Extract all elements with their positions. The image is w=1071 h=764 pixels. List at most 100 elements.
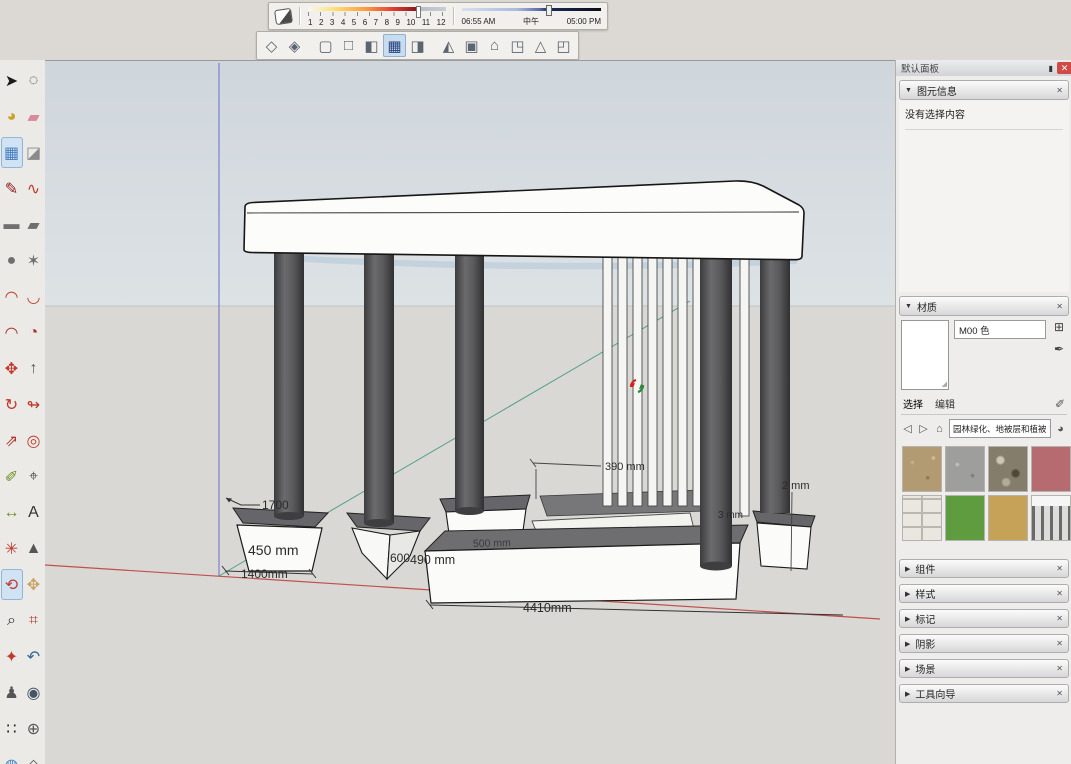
three-point-arc-tool[interactable]: ◠ <box>1 317 23 348</box>
pie-tool[interactable]: ◔ <box>23 317 45 348</box>
follow-me-tool[interactable]: ↬ <box>23 389 45 420</box>
shadow-date-slider[interactable]: 123456789101112 <box>306 5 448 28</box>
dimension-tool[interactable]: ↔ <box>1 497 23 528</box>
shaded-icon[interactable]: ◧ <box>360 34 383 57</box>
tab-edit[interactable]: 编辑 <box>935 396 955 411</box>
text-tool[interactable]: A <box>23 497 45 528</box>
close-icon[interactable]: ✕ <box>1056 689 1063 698</box>
close-icon[interactable]: ✕ <box>1056 614 1063 623</box>
offset-tool[interactable]: ◎ <box>23 425 45 456</box>
3d-viewport[interactable]: 1700 450 mm 1400mm 600 490 mm 500 mm <box>45 60 895 764</box>
base-platform[interactable] <box>425 525 748 603</box>
rotated-rectangle-tool[interactable]: ▰ <box>23 209 45 240</box>
column-1[interactable] <box>274 248 304 520</box>
close-icon[interactable]: ✕ <box>1056 664 1063 673</box>
protractor-tool[interactable]: ⌖ <box>23 461 45 492</box>
3d-text-tool[interactable]: ▲ <box>23 533 45 564</box>
position-camera-tool[interactable]: ♟ <box>1 677 23 708</box>
forward-icon[interactable]: ▷ <box>917 422 930 435</box>
create-material-icon[interactable]: ⊞ <box>1054 320 1064 334</box>
material-name-field[interactable]: M00 色 <box>954 320 1046 339</box>
tray-close-button[interactable]: ✕ <box>1057 62 1071 74</box>
axes-tool[interactable]: ✳ <box>1 533 23 564</box>
iso-view-icon[interactable]: ◭ <box>437 34 460 57</box>
close-icon[interactable]: ✕ <box>1056 564 1063 573</box>
polygon-tool[interactable]: ✶ <box>23 245 45 276</box>
swatch-fence-gate[interactable] <box>1031 495 1071 541</box>
materials-header[interactable]: ▼ 材质 ✕ <box>899 296 1069 316</box>
material-preview[interactable]: ◢ <box>901 320 949 390</box>
circle-tool[interactable]: ● <box>1 245 23 276</box>
section-plane-tool[interactable]: ⊕ <box>23 713 45 744</box>
zoom-window-tool[interactable]: ⌗ <box>23 605 45 636</box>
partial-tool-a[interactable]: ◍ <box>1 749 23 764</box>
hidden-line-icon[interactable]: □ <box>337 34 360 57</box>
top-view-icon[interactable]: ▣ <box>460 34 483 57</box>
back-icon[interactable]: ◁ <box>901 422 914 435</box>
swatch-gravel-tan[interactable] <box>902 446 942 492</box>
column-5[interactable] <box>760 238 790 513</box>
select-tool[interactable]: ➤ <box>1 65 23 96</box>
home-icon[interactable]: ⌂ <box>933 423 946 435</box>
swatch-rose-stone[interactable] <box>1031 446 1071 492</box>
flat-slab-tool[interactable]: ◪ <box>23 137 45 168</box>
paint-bucket-icon[interactable]: ◕ <box>1054 423 1067 435</box>
column-3[interactable] <box>455 246 484 515</box>
rectangle-tool[interactable]: ▬ <box>1 209 23 240</box>
close-icon[interactable]: ✕ <box>1056 302 1063 311</box>
swatch-gravel-gray[interactable] <box>945 446 985 492</box>
expand-arrow-icon[interactable]: ▶ <box>905 690 910 698</box>
back-edges-icon[interactable]: ◈ <box>283 34 306 57</box>
swatch-rock-coarse[interactable] <box>988 446 1028 492</box>
arc-tool[interactable]: ◠ <box>1 281 23 312</box>
push-pull-tool[interactable]: ↑ <box>23 353 45 384</box>
close-icon[interactable]: ✕ <box>1056 589 1063 598</box>
entity-info-header[interactable]: ▼ 图元信息 ✕ <box>899 80 1069 100</box>
expand-arrow-icon[interactable]: ▶ <box>905 615 910 623</box>
xray-mode-icon[interactable]: ◇ <box>260 34 283 57</box>
swatch-grass[interactable] <box>945 495 985 541</box>
section-shadows[interactable]: ▶ 阴影 ✕ <box>899 634 1069 653</box>
section-instructor[interactable]: ▶ 工具向导 ✕ <box>899 684 1069 703</box>
date-slider-handle[interactable] <box>416 6 421 18</box>
paint-bucket-tool[interactable]: ◕ <box>1 101 23 132</box>
move-tool[interactable]: ✥ <box>1 353 23 384</box>
collapse-arrow-icon[interactable]: ▼ <box>905 87 912 94</box>
section-tags[interactable]: ▶ 标记 ✕ <box>899 609 1069 628</box>
left-view-icon[interactable]: ◰ <box>552 34 575 57</box>
swatch-pavers[interactable] <box>902 495 942 541</box>
look-around-tool[interactable]: ◉ <box>23 677 45 708</box>
shadow-time-slider[interactable]: 06:55 AM 中午 05:00 PM <box>460 5 603 28</box>
secondary-pane-icon[interactable]: ✒ <box>1054 342 1064 356</box>
time-slider-handle[interactable] <box>546 5 552 16</box>
sample-paint-icon[interactable]: ✐ <box>1055 397 1065 411</box>
partial-tool-b[interactable]: ◇ <box>23 749 45 764</box>
section-scenes[interactable]: ▶ 场景 ✕ <box>899 659 1069 678</box>
swatch-sand-ochre[interactable] <box>988 495 1028 541</box>
collection-dropdown[interactable]: 园林绿化、地被层和植被 ∨ <box>949 419 1051 438</box>
zoom-extents-tool[interactable]: ✦ <box>1 641 23 672</box>
textured-material-tool[interactable]: ▦ <box>1 137 23 168</box>
pan-tool[interactable]: ✥ <box>23 569 45 600</box>
expand-arrow-icon[interactable]: ▶ <box>905 565 910 573</box>
rotate-tool[interactable]: ↻ <box>1 389 23 420</box>
front-view-icon[interactable]: ⌂ <box>483 34 506 57</box>
two-point-arc-tool[interactable]: ◡ <box>23 281 45 312</box>
close-icon[interactable]: ✕ <box>1056 86 1063 95</box>
walk-tool[interactable]: ∷ <box>1 713 23 744</box>
column-4[interactable] <box>700 241 732 571</box>
scale-tool[interactable]: ⇗ <box>1 425 23 456</box>
section-styles[interactable]: ▶ 样式 ✕ <box>899 584 1069 603</box>
collapse-arrow-icon[interactable]: ▼ <box>905 303 912 310</box>
pin-icon[interactable]: ▮ <box>1049 64 1053 73</box>
line-tool[interactable]: ✎ <box>1 173 23 204</box>
previous-view-tool[interactable]: ↶ <box>23 641 45 672</box>
tab-select[interactable]: 选择 <box>903 396 923 411</box>
column-2[interactable] <box>364 248 394 527</box>
orbit-tool[interactable]: ⟲ <box>1 569 23 600</box>
expand-arrow-icon[interactable]: ▶ <box>905 590 910 598</box>
monochrome-icon[interactable]: ◨ <box>406 34 429 57</box>
close-icon[interactable]: ✕ <box>1056 639 1063 648</box>
back-view-icon[interactable]: △ <box>529 34 552 57</box>
zoom-tool[interactable]: ⌕ <box>1 605 23 636</box>
